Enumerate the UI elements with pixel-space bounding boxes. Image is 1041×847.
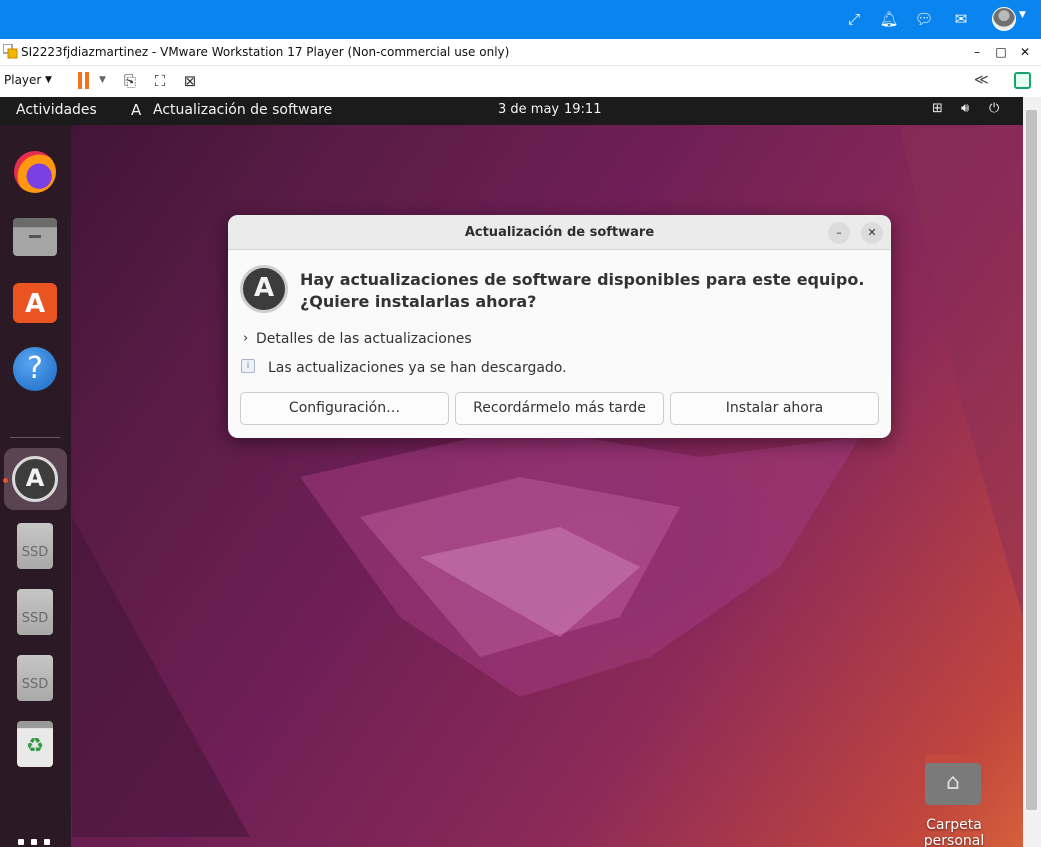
dock: A ? A SSD SSD SSD ♻ — [0, 125, 71, 847]
software-store-icon: A — [13, 283, 57, 323]
avatar[interactable] — [992, 7, 1016, 31]
mail-icon[interactable]: ✉ — [951, 8, 971, 30]
chevron-down-icon[interactable]: ▼ — [45, 75, 52, 85]
close-button[interactable]: ✕ — [1016, 43, 1034, 61]
drive-icon: SSD — [17, 589, 53, 635]
dialog-title: Actualización de software — [464, 225, 655, 240]
chevron-down-icon[interactable]: ▼ — [1019, 10, 1026, 20]
clock-date[interactable]: 3 de may — [498, 102, 559, 117]
app-menu[interactable]: Actualización de software — [153, 102, 332, 118]
running-indicator — [3, 478, 8, 483]
vmware-title-bar: SI2223fjdiazmartinez - VMware Workstatio… — [0, 39, 1041, 66]
wallpaper-shapes — [72, 127, 1023, 837]
downloaded-status: Las actualizaciones ya se han descargado… — [268, 360, 567, 376]
home-folder-label[interactable]: Carpeta personal — [895, 817, 1013, 847]
drive-icon: SSD — [17, 655, 53, 701]
software-update-dialog: Actualización de software – ✕ A Hay actu… — [228, 215, 891, 438]
trash-icon: ♻ — [17, 721, 53, 767]
fullscreen-icon[interactable]: ⛶ — [150, 72, 170, 90]
show-applications-icon[interactable] — [18, 839, 52, 847]
guest-desktop: Actividades A Actualización de software … — [0, 97, 1023, 847]
chevron-down-icon[interactable]: ▼ — [99, 75, 106, 85]
activities-button[interactable]: Actividades — [16, 102, 97, 118]
firefox-icon — [14, 151, 56, 193]
scrollbar-thumb[interactable] — [1026, 110, 1037, 810]
player-menu[interactable]: Player — [4, 73, 41, 87]
details-expander[interactable]: Detalles de las actualizaciones — [256, 331, 472, 347]
software-updater-icon: A — [131, 101, 142, 119]
dialog-heading: Hay actualizaciones de software disponib… — [300, 270, 865, 289]
send-ctrl-alt-del-icon[interactable]: ⎘ — [120, 72, 140, 90]
dock-item-help[interactable]: ? — [10, 344, 60, 394]
notes-icon[interactable] — [1014, 72, 1031, 89]
gnome-top-bar: Actividades A Actualización de software … — [0, 97, 1023, 125]
drive-icon: SSD — [17, 523, 53, 569]
dock-item-ssd-3[interactable]: SSD — [10, 653, 60, 703]
bell-icon[interactable]: 🔔︎ — [879, 8, 899, 30]
info-icon: i — [241, 359, 255, 373]
chat-icon[interactable]: 💬︎ — [914, 8, 934, 30]
volume-icon[interactable]: 🔊︎ — [961, 101, 969, 116]
window-title: SI2223fjdiazmartinez - VMware Workstatio… — [21, 45, 510, 59]
dock-item-files[interactable] — [10, 212, 60, 262]
vmware-logo-icon — [3, 44, 18, 59]
maximize-button[interactable]: □ — [992, 43, 1010, 61]
home-folder-icon[interactable]: ⌂ — [925, 755, 981, 805]
chevron-right-icon[interactable]: › — [243, 331, 248, 346]
clock-time[interactable]: 19:11 — [564, 102, 601, 117]
network-icon[interactable]: ⊞ — [932, 101, 943, 116]
dock-item-firefox[interactable] — [10, 147, 60, 197]
dialog-header: Actualización de software – ✕ — [228, 215, 891, 250]
install-now-button[interactable]: Instalar ahora — [670, 392, 879, 425]
dock-item-ssd-1[interactable]: SSD — [10, 521, 60, 571]
software-updater-icon: A — [240, 265, 288, 313]
power-icon[interactable]: ⏻ — [989, 101, 999, 116]
minimize-button[interactable]: – — [968, 43, 986, 61]
dock-item-software[interactable]: A — [10, 278, 60, 328]
host-top-bar: ⤢ 🔔︎ 💬︎ ✉ ▼ — [0, 0, 1041, 39]
collapse-toolbar-icon[interactable]: ≪ — [974, 72, 989, 88]
dock-item-ssd-2[interactable]: SSD — [10, 587, 60, 637]
pause-icon[interactable] — [77, 72, 91, 89]
software-updater-icon: A — [12, 456, 58, 502]
vmware-toolbar: Player ▼ ▼ ⎘ ⛶ ⊠ ≪ — [0, 66, 1041, 97]
remind-later-button[interactable]: Recordármelo más tarde — [455, 392, 664, 425]
unity-icon[interactable]: ⊠ — [180, 72, 200, 90]
close-button[interactable]: ✕ — [861, 222, 883, 244]
settings-button[interactable]: Configuración… — [240, 392, 449, 425]
files-icon — [13, 218, 57, 256]
dock-item-trash[interactable]: ♻ — [10, 719, 60, 769]
dialog-question: ¿Quiere instalarlas ahora? — [300, 292, 537, 311]
expand-icon[interactable]: ⤢ — [844, 8, 864, 30]
minimize-button[interactable]: – — [828, 222, 850, 244]
dock-item-software-updater[interactable]: A — [10, 454, 60, 504]
dock-separator — [10, 437, 60, 438]
help-icon: ? — [13, 347, 57, 391]
